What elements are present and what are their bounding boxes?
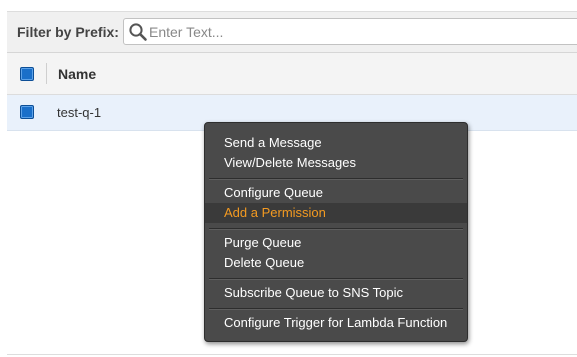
menu-item-send-message[interactable]: Send a Message: [205, 133, 467, 153]
menu-separator: [209, 228, 463, 230]
search-icon: [129, 23, 147, 41]
table-header: Name: [7, 53, 577, 95]
filter-bar: Filter by Prefix:: [7, 12, 577, 53]
filter-input[interactable]: [149, 22, 569, 41]
menu-item-delete-queue[interactable]: Delete Queue: [205, 253, 467, 273]
queue-name: test-q-1: [57, 105, 102, 120]
menu-item-configure-queue[interactable]: Configure Queue: [205, 183, 467, 203]
column-header-name[interactable]: Name: [58, 66, 96, 82]
menu-separator: [209, 308, 463, 310]
row-checkbox[interactable]: [20, 105, 34, 119]
bottom-divider: [7, 354, 577, 355]
menu-separator: [209, 178, 463, 180]
menu-separator: [209, 278, 463, 280]
menu-item-add-permission[interactable]: Add a Permission: [205, 203, 467, 223]
menu-item-view-delete-messages[interactable]: View/Delete Messages: [205, 153, 467, 173]
menu-item-purge-queue[interactable]: Purge Queue: [205, 233, 467, 253]
filter-box[interactable]: [123, 18, 577, 45]
menu-item-configure-lambda-trigger[interactable]: Configure Trigger for Lambda Function: [205, 313, 467, 333]
select-all-checkbox[interactable]: [20, 67, 34, 81]
column-divider: [46, 63, 47, 84]
context-menu: Send a Message View/Delete Messages Conf…: [204, 122, 468, 342]
menu-item-subscribe-sns[interactable]: Subscribe Queue to SNS Topic: [205, 283, 467, 303]
filter-label: Filter by Prefix:: [17, 24, 119, 40]
